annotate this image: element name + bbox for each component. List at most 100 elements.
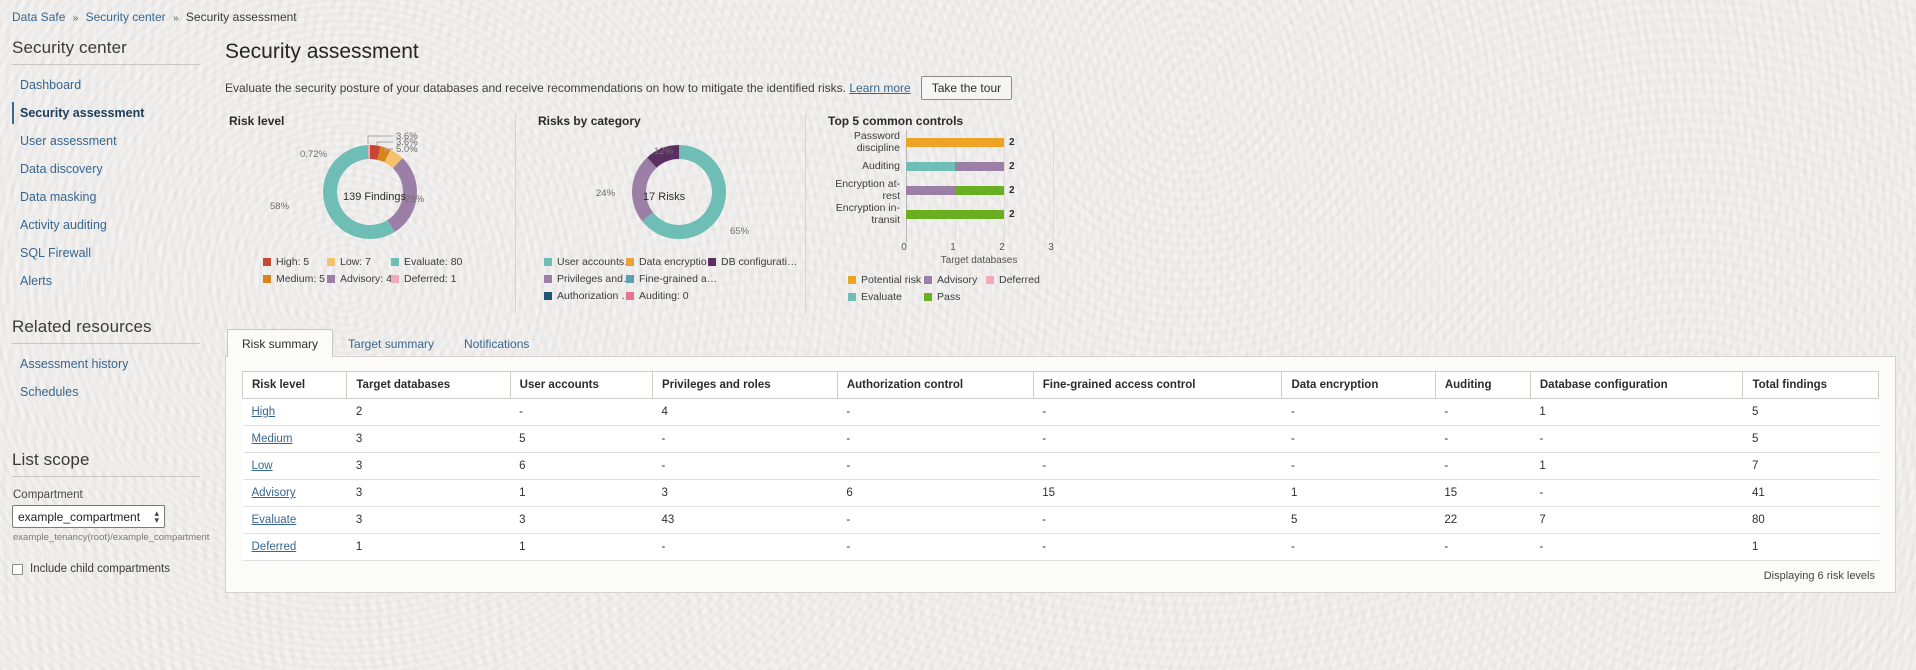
table-cell: 5 — [510, 425, 653, 453]
breadcrumb-item-data-safe[interactable]: Data Safe — [12, 10, 65, 24]
breadcrumb-item-current: Security assessment — [185, 10, 297, 24]
legend-item-fine-grained[interactable]: Fine-grained a… — [626, 273, 717, 285]
bar-x-axis: 0 1 2 3 — [901, 242, 1054, 255]
tab-notifications[interactable]: Notifications — [449, 329, 544, 357]
risk-level-link[interactable]: Medium — [252, 433, 293, 445]
bar-value-label: 2 — [1009, 208, 1015, 220]
bar-row: Auditing 2 — [826, 154, 1095, 178]
legend-item-privileges-roles[interactable]: Privileges and… — [544, 273, 633, 285]
legend-item-low[interactable]: Low: 7 — [327, 256, 391, 268]
legend-item-evaluate[interactable]: Evaluate: 80 — [391, 256, 505, 268]
bar-segment[interactable] — [906, 137, 1004, 147]
bar-x-tick: 1 — [950, 242, 956, 253]
table-cell: - — [1281, 533, 1436, 561]
sidebar-item-alerts[interactable]: Alerts — [12, 267, 215, 295]
bar-row: Encryption at-rest 2 — [826, 178, 1095, 202]
table-cell: 4 — [652, 398, 838, 426]
risk-level-link[interactable]: Evaluate — [252, 514, 297, 526]
breadcrumb-item-security-center[interactable]: Security center — [86, 10, 166, 24]
legend-item-high[interactable]: High: 5 — [263, 256, 327, 268]
bar-segment[interactable] — [955, 161, 1004, 171]
bar-segment[interactable] — [906, 185, 955, 195]
risk-level-link[interactable]: High — [252, 406, 276, 418]
table-cell: 6 — [837, 479, 1034, 507]
callout-line-high — [367, 135, 393, 144]
legend-item-authorization[interactable]: Authorization … — [544, 290, 632, 302]
table-cell: - — [1033, 425, 1282, 453]
legend-item-user-accounts[interactable]: User accounts… — [544, 256, 635, 268]
bar-segment[interactable] — [906, 161, 955, 171]
legend-label: Privileges and… — [557, 273, 634, 285]
risk-level-link[interactable]: Advisory — [252, 487, 296, 499]
sidebar-divider — [12, 343, 200, 344]
legend-swatch — [544, 292, 552, 300]
table-column-header: Authorization control — [836, 371, 1034, 399]
table-cell: 3 — [510, 506, 653, 534]
learn-more-link[interactable]: Learn more — [849, 81, 910, 95]
sidebar-item-user-assessment[interactable]: User assessment — [12, 127, 215, 155]
risks-by-category-donut[interactable]: 12% 24% 65% 17 Risks — [534, 130, 824, 252]
legend-swatch — [391, 275, 399, 283]
bar-chart-plot[interactable]: Password discipline 2 Auditing 2 Encryption … — [826, 130, 1095, 242]
sidebar-heading: Security center — [12, 38, 127, 57]
bar-row: Password discipline 2 — [826, 130, 1095, 154]
risk-level-link[interactable]: Low — [252, 460, 273, 472]
tab-risk-summary[interactable]: Risk summary — [227, 329, 334, 357]
legend-swatch — [327, 275, 335, 283]
legend-item-pass[interactable]: Pass — [924, 291, 986, 303]
legend-swatch — [924, 293, 932, 301]
take-the-tour-button[interactable]: Take the tour — [920, 76, 1013, 100]
legend-item-potential-risk[interactable]: Potential risk — [848, 274, 924, 286]
legend-item-auditing[interactable]: Auditing: 0 — [626, 290, 708, 302]
sidebar-item-data-masking[interactable]: Data masking — [12, 183, 215, 211]
legend-swatch — [626, 275, 634, 283]
compartment-select-value: example_compartment — [18, 509, 141, 524]
legend-label: High: 5 — [276, 256, 310, 268]
legend-item-deferred[interactable]: Deferred: 1 — [391, 273, 505, 285]
table-row: High 2-4- - - -1 5 — [242, 398, 1879, 426]
donut-slice[interactable] — [632, 157, 657, 222]
tab-target-summary[interactable]: Target summary — [333, 329, 449, 357]
risk-level-link[interactable]: Deferred — [252, 541, 297, 553]
legend-swatch — [263, 258, 271, 266]
legend-swatch — [848, 293, 856, 301]
sidebar-item-assessment-history[interactable]: Assessment history — [12, 350, 215, 378]
sidebar-item-security-assessment[interactable]: Security assessment — [12, 99, 215, 127]
slice-pct-advisory: 29% — [405, 194, 425, 205]
legend-item-medium[interactable]: Medium: 5 — [263, 273, 327, 285]
sidebar-item-sql-firewall[interactable]: SQL Firewall — [12, 239, 215, 267]
legend-item-evaluate[interactable]: Evaluate — [848, 291, 924, 303]
bar-x-tick: 0 — [901, 242, 907, 253]
sidebar-item-activity-auditing[interactable]: Activity auditing — [12, 211, 215, 239]
table-cell-risk-level: Advisory — [242, 479, 347, 507]
table-cell: - — [1033, 398, 1282, 426]
table-cell: 41 — [1742, 479, 1879, 507]
bar-value-label: 2 — [1009, 184, 1015, 196]
legend-swatch — [263, 275, 271, 283]
include-child-compartments-checkbox[interactable] — [12, 563, 23, 575]
legend-label: Deferred: 1 — [404, 273, 457, 285]
list-scope-section: List scope Compartment example_compartme… — [12, 450, 215, 575]
table-cell: - — [837, 506, 1034, 534]
include-child-compartments-row[interactable]: Include child compartments — [12, 563, 215, 575]
legend-label: Authorization … — [557, 290, 632, 302]
legend-item-advisory[interactable]: Advisory: 41 — [327, 273, 398, 285]
table-cell: 3 — [346, 425, 511, 453]
page-subtitle-row: Evaluate the security posture of your da… — [225, 76, 1896, 100]
table-row: Evaluate 3 3 43- -5 22 7 80 — [242, 506, 1879, 534]
legend-item-deferred[interactable]: Deferred — [986, 274, 1095, 286]
table-cell: 1 — [346, 533, 511, 561]
bar-segment[interactable] — [955, 185, 1004, 195]
legend-label: Low: 7 — [340, 256, 371, 268]
compartment-select[interactable]: example_compartment ▴ ▾ — [12, 505, 165, 528]
sidebar-item-schedules[interactable]: Schedules — [12, 378, 215, 406]
legend-item-db-configuration[interactable]: DB configurati… — [708, 256, 797, 268]
risk-level-donut[interactable]: 3.6% 3.6% 5.0% 29% 58% 0.72% 139 Finding… — [225, 130, 515, 252]
sidebar-item-dashboard[interactable]: Dashboard — [12, 71, 215, 99]
legend-item-data-encryption[interactable]: Data encryptio… — [626, 256, 717, 268]
legend-item-advisory[interactable]: Advisory — [924, 274, 986, 286]
related-resources-section: Related resources Assessment history Sch… — [12, 317, 215, 406]
sidebar-item-data-discovery[interactable]: Data discovery — [12, 155, 215, 183]
chart-title: Top 5 common controls — [828, 114, 964, 128]
bar-segment[interactable] — [906, 209, 1004, 219]
